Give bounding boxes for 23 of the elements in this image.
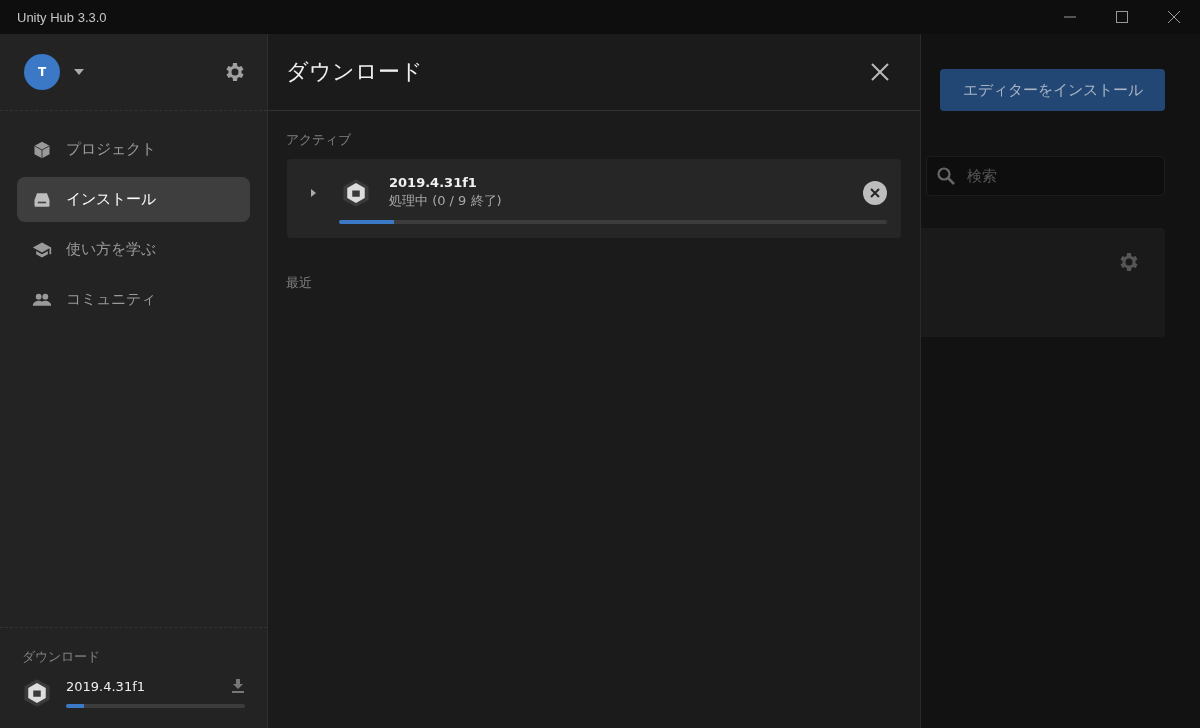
section-heading: 最近 xyxy=(286,274,313,292)
install-editor-button[interactable]: エディターをインストール xyxy=(940,69,1165,111)
unity-cube-icon xyxy=(341,177,371,208)
avatar[interactable]: T xyxy=(24,54,60,90)
sidebar-item[interactable]: 使い方を学ぶ xyxy=(17,227,250,272)
panel-title: ダウンロード xyxy=(286,58,423,86)
caret-icon[interactable] xyxy=(74,69,84,75)
cancel-icon[interactable] xyxy=(863,180,887,205)
close-icon[interactable] xyxy=(1168,11,1180,23)
downloads-heading: ダウンロード xyxy=(22,648,101,666)
version-label: 2019.4.31f1 xyxy=(66,678,145,694)
cube-icon xyxy=(32,139,52,160)
unity-cube-icon xyxy=(22,678,52,708)
search-field[interactable]: 検索 xyxy=(926,156,1165,196)
sidebar-item[interactable]: プロジェクト xyxy=(17,127,250,172)
section-heading: アクティブ xyxy=(286,131,352,149)
download-icon xyxy=(231,679,245,693)
version-label: 2019.4.31f1 xyxy=(389,175,478,190)
sidebar-item[interactable]: コミュニティ xyxy=(17,277,250,322)
window-title: Unity Hub 3.3.0 xyxy=(17,9,107,25)
maximize-icon[interactable] xyxy=(1116,11,1128,23)
sidebar-item[interactable]: インストール xyxy=(17,177,250,222)
status-text: 処理中 (0 / 9 終了) xyxy=(389,192,502,210)
